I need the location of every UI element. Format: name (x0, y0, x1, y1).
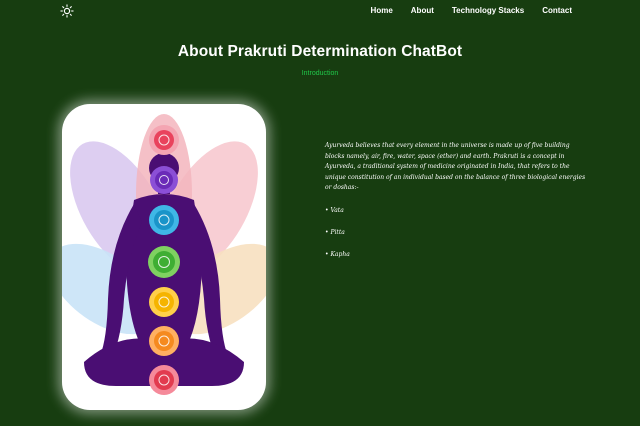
nav-technology-stacks-link[interactable]: Technology Stacks (452, 6, 524, 15)
dosha-item-pitta: • Pitta (325, 229, 345, 236)
meditation-chakra-illustration-icon (62, 114, 266, 395)
dosha-item-vata: • Vata (325, 207, 344, 214)
navbar: Home About Technology Stacks Contact (0, 0, 640, 24)
sun-icon[interactable] (60, 4, 74, 18)
chakra-image-card (62, 104, 266, 410)
nav-contact-link[interactable]: Contact (542, 6, 572, 15)
dosha-item-kapha: • Kapha (325, 251, 350, 258)
section-subtitle: Introduction (301, 70, 339, 77)
nav-links: Home About Technology Stacks Contact (371, 6, 572, 15)
nav-about-link[interactable]: About (411, 6, 434, 15)
page-title: About Prakruti Determination ChatBot (177, 43, 463, 60)
nav-home-link[interactable]: Home (371, 6, 393, 15)
dosha-list: • Vata • Pitta • Kapha (325, 206, 350, 272)
ayurveda-description: Ayurveda believes that every element in … (325, 142, 586, 191)
